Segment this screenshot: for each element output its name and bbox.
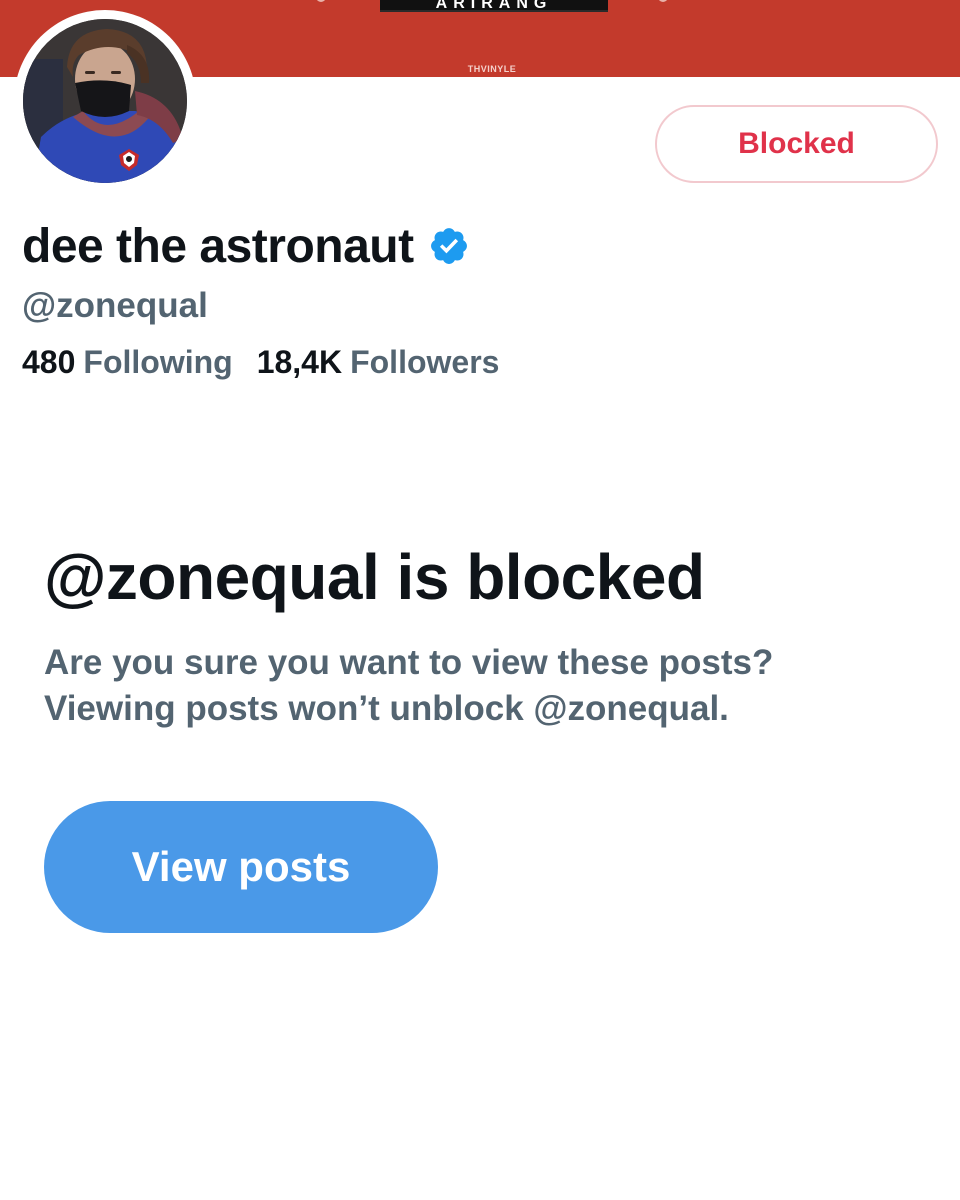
following-link[interactable]: 480 Following xyxy=(22,344,233,381)
verified-badge-icon[interactable] xyxy=(428,225,470,267)
followers-count: 18,4K xyxy=(256,343,343,380)
following-label: Following xyxy=(83,343,233,380)
banner-decoration xyxy=(658,0,668,2)
followers-link[interactable]: 18,4K Followers xyxy=(257,344,500,381)
following-count: 480 xyxy=(22,343,76,380)
followers-label: Followers xyxy=(350,343,500,380)
avatar[interactable] xyxy=(14,10,196,192)
blocked-button[interactable]: Blocked xyxy=(655,105,938,183)
display-name-row: dee the astronaut xyxy=(22,216,470,276)
profile-page: ARIRANG THVINYLE Blocked dee the astrona… xyxy=(0,0,960,1200)
blocked-notice-line: Are you sure you want to view these post… xyxy=(44,643,774,682)
banner-decoration xyxy=(316,0,326,2)
view-posts-button[interactable]: View posts xyxy=(44,801,438,933)
profile-stats: 480 Following 18,4K Followers xyxy=(22,340,499,384)
avatar-illustration xyxy=(23,19,187,183)
avatar-photo xyxy=(23,19,187,183)
blocked-notice-title: @zonequal is blocked xyxy=(44,541,705,613)
display-name: dee the astronaut xyxy=(22,219,414,273)
handle: @zonequal xyxy=(22,286,208,325)
blocked-notice-description: Are you sure you want to view these post… xyxy=(44,640,924,732)
banner-logo: ARIRANG xyxy=(380,0,608,12)
blocked-notice-line: Viewing posts won’t unblock @zonequal. xyxy=(44,689,729,728)
